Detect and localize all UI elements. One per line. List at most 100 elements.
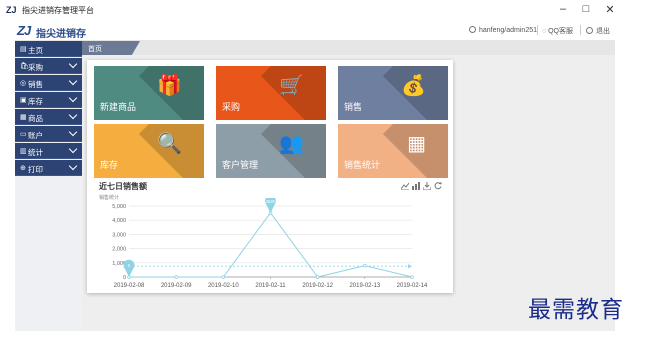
- money-bag-icon: 💰: [401, 75, 426, 97]
- customers-icon: 👥: [279, 133, 304, 155]
- sidebar-item[interactable]: 🛍 采购: [15, 58, 82, 74]
- series-line: [129, 211, 413, 278]
- shortcut-tile[interactable]: 🔍 库存: [94, 124, 204, 178]
- y-tick-label: 5,000: [112, 204, 126, 210]
- max-marker-label: 4520: [265, 199, 276, 204]
- sidebar-item-label: 采购: [28, 63, 43, 72]
- goods-icon: ▦: [20, 114, 27, 121]
- y-tick-label: 3,000: [112, 232, 126, 238]
- chevron-down-icon: [68, 161, 78, 171]
- chevron-down-icon: [68, 144, 78, 154]
- gift-icon: 🎁: [157, 75, 182, 97]
- sidebar-item[interactable]: ▤ 主页: [15, 41, 82, 57]
- print-icon: ⊕: [20, 165, 26, 172]
- sidebar-item[interactable]: ⊕ 打印: [15, 160, 82, 176]
- tile-label: 销售: [344, 102, 363, 112]
- user-menu[interactable]: hanfeng/admin251: [469, 26, 537, 34]
- calculator-icon: ▦: [407, 133, 426, 155]
- shortcut-tile[interactable]: 🎁 新建商品: [94, 66, 204, 120]
- sidebar-item[interactable]: ▦ 商品: [15, 109, 82, 125]
- home-icon: ▤: [20, 46, 27, 53]
- main-content: 首页 🎁 新建商品 🛒 采购 💰 销售 🔍 库存 👥 客户管理 ▦ 销售统计 近七日销售额 销售统计 …: [82, 41, 615, 331]
- y-tick-label: 0: [123, 275, 126, 281]
- user-name: hanfeng/admin251: [479, 27, 537, 34]
- tab-strip: 首页: [82, 41, 615, 55]
- sidebar-item-label: 销售: [28, 80, 43, 89]
- logout-button[interactable]: 退出: [586, 26, 610, 36]
- window-titlebar: ZJ 指尖进销存管理平台 – □ ✕: [0, 0, 650, 20]
- maximize-button[interactable]: □: [576, 3, 596, 15]
- data-point: [363, 263, 367, 268]
- tile-label: 采购: [222, 102, 241, 112]
- shortcut-tile[interactable]: 💰 销售: [338, 66, 448, 120]
- x-tick-label: 2019-02-10: [208, 283, 239, 289]
- chevron-down-icon: [68, 93, 78, 103]
- x-tick-label: 2019-02-08: [114, 283, 145, 289]
- x-tick-label: 2019-02-11: [255, 283, 286, 289]
- brand-name: 指尖进销存: [36, 29, 86, 40]
- sidebar-item-label: 库存: [28, 97, 43, 106]
- shortcut-tile[interactable]: 🛒 采购: [216, 66, 326, 120]
- stats-icon: ▥: [20, 148, 27, 155]
- chevron-down-icon: [68, 76, 78, 86]
- sales-line-chart: 01,0002,0003,0004,0005,0002019-02-08 2019…: [112, 198, 428, 289]
- logout-label: 退出: [596, 28, 610, 35]
- sidebar-item[interactable]: ◎ 销售: [15, 75, 82, 91]
- inventory-icon: ▣: [20, 97, 27, 104]
- brand-logo-icon: ZJ: [17, 23, 31, 38]
- chevron-down-icon: [68, 127, 78, 137]
- x-tick-label: 2019-02-12: [302, 283, 333, 289]
- qq-service-link[interactable]: ◌ QQ客服: [542, 26, 573, 36]
- logout-user-icon: [586, 27, 593, 34]
- close-button[interactable]: ✕: [600, 3, 620, 16]
- watermark: 最需教育: [528, 297, 624, 323]
- chart-title: 近七日销售额: [99, 182, 147, 191]
- dashboard-card: 🎁 新建商品 🛒 采购 💰 销售 🔍 库存 👥 客户管理 ▦ 销售统计 近七日销售额 销售统计 0 1,…: [87, 60, 453, 293]
- sidebar-item-label: 打印: [28, 165, 43, 174]
- line-chart-icon[interactable]: [400, 182, 410, 192]
- tile-label: 销售统计: [344, 160, 381, 170]
- header-divider: [580, 25, 581, 35]
- sidebar-item[interactable]: ▣ 库存: [15, 92, 82, 108]
- data-point: [174, 275, 178, 279]
- header-divider: [537, 25, 538, 35]
- data-point: [410, 275, 414, 279]
- app-logo-icon: ZJ: [6, 5, 17, 15]
- account-icon: ▭: [20, 131, 27, 138]
- shortcut-tile[interactable]: ▦ 销售统计: [338, 124, 448, 178]
- x-tick-label: 2019-02-09: [161, 283, 192, 289]
- sidebar: ▤ 主页 🛍 采购 ◎ 销售 ▣ 库存 ▦ 商品 ▭ 账户 ▥ 统计 ⊕ 打印: [15, 41, 82, 331]
- sidebar-item-label: 统计: [28, 148, 43, 157]
- sidebar-item[interactable]: ▥ 统计: [15, 143, 82, 159]
- qq-service-label: QQ客服: [548, 28, 573, 35]
- shopping-cart-icon: 🛒: [279, 75, 304, 97]
- shortcut-tile[interactable]: 👥 客户管理: [216, 124, 326, 178]
- minimize-button[interactable]: –: [553, 3, 573, 15]
- data-point: [221, 275, 226, 279]
- tab-home-label: 首页: [88, 46, 102, 53]
- tile-label: 库存: [100, 160, 119, 170]
- sales-icon: ◎: [20, 80, 27, 87]
- average-line-arrow: [408, 264, 412, 269]
- refresh-icon[interactable]: [434, 182, 442, 192]
- search-box-icon: 🔍: [157, 133, 182, 155]
- sidebar-item[interactable]: ▭ 账户: [15, 126, 82, 142]
- user-icon: [469, 26, 476, 33]
- tile-label: 新建商品: [100, 102, 137, 112]
- tab-home[interactable]: 首页: [82, 41, 140, 55]
- sidebar-item-label: 主页: [28, 46, 43, 55]
- y-tick-label: 4,000: [112, 218, 126, 224]
- y-tick-label: 2,000: [112, 247, 126, 253]
- app-header: ZJ 指尖进销存 hanfeng/admin251 ◌ QQ客服 退出: [15, 20, 615, 41]
- data-point: [315, 275, 320, 279]
- download-icon[interactable]: [422, 182, 432, 192]
- bar-chart-icon[interactable]: [412, 182, 420, 192]
- chevron-down-icon: [68, 110, 78, 120]
- x-tick-label: 2019-02-14: [397, 283, 428, 289]
- window-title: 指尖进销存管理平台: [22, 6, 94, 15]
- sidebar-item-label: 账户: [28, 131, 43, 140]
- sidebar-item-label: 商品: [28, 114, 43, 123]
- chevron-down-icon: [68, 59, 78, 69]
- tile-label: 客户管理: [222, 160, 259, 170]
- x-tick-label: 2019-02-13: [349, 283, 380, 289]
